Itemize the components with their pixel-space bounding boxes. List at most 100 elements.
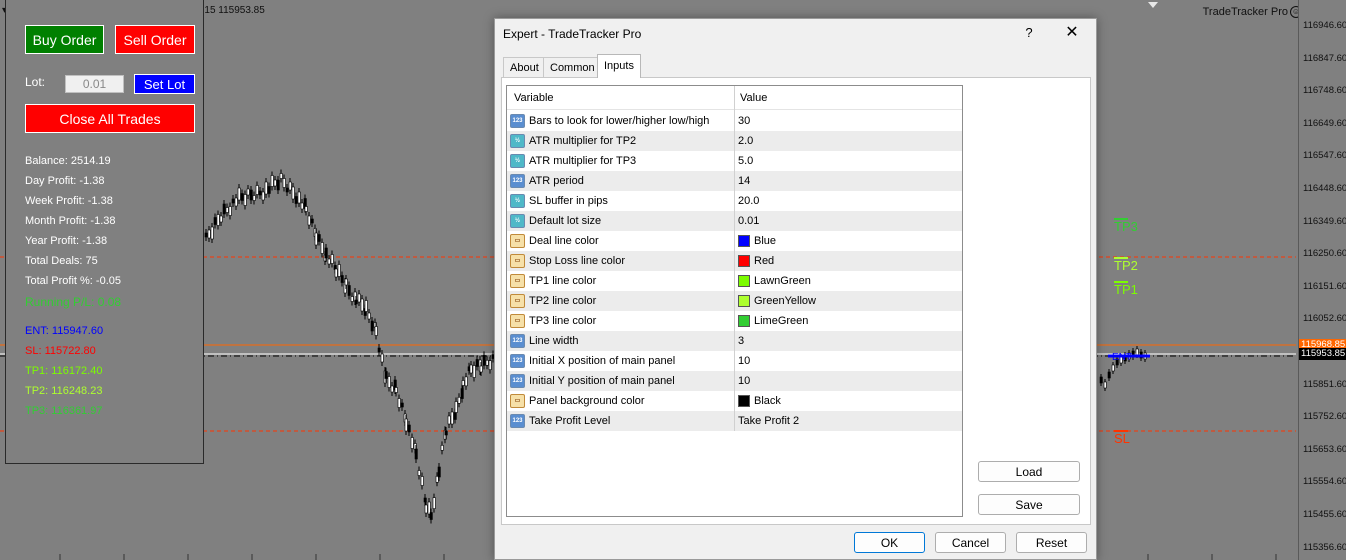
reset-button[interactable]: Reset bbox=[1016, 532, 1087, 553]
candle-body bbox=[225, 207, 229, 213]
candle-body bbox=[324, 247, 328, 259]
candle-body bbox=[344, 278, 348, 286]
candle-body bbox=[258, 190, 262, 196]
variable-value[interactable]: 30 bbox=[738, 111, 750, 131]
candle-body bbox=[237, 187, 241, 201]
variable-value[interactable]: 10 bbox=[738, 351, 750, 371]
stat-line: Total Deals: 75 bbox=[25, 255, 98, 267]
variable-name: Deal line color bbox=[529, 235, 599, 247]
candle-body bbox=[469, 364, 473, 374]
variable-name: Take Profit Level bbox=[529, 415, 611, 427]
integer-type-icon: 123 bbox=[510, 354, 525, 368]
color-swatch[interactable] bbox=[738, 315, 750, 327]
candle-body bbox=[255, 185, 259, 195]
candle-body bbox=[270, 175, 274, 187]
price-tick-label: 116946.60 bbox=[1303, 20, 1346, 31]
candle-body bbox=[1135, 348, 1139, 356]
candle-body bbox=[475, 359, 479, 367]
candle-body bbox=[330, 254, 334, 264]
variable-value[interactable]: GreenYellow bbox=[754, 291, 816, 311]
variable-name: TP2 line color bbox=[529, 295, 597, 307]
variable-value[interactable]: 5.0 bbox=[738, 151, 753, 171]
load-button[interactable]: Load bbox=[978, 461, 1080, 482]
ok-button[interactable]: OK bbox=[854, 532, 925, 553]
double-type-icon: ½ bbox=[510, 214, 525, 228]
integer-type-icon: 123 bbox=[510, 374, 525, 388]
candle-body bbox=[424, 504, 428, 514]
stat-line: Month Profit: -1.38 bbox=[25, 215, 116, 227]
candle-body bbox=[261, 191, 265, 201]
color-swatch[interactable] bbox=[738, 275, 750, 287]
candle-body bbox=[360, 298, 364, 312]
variable-value[interactable]: 10 bbox=[738, 371, 750, 391]
level-line: TP2: 116248.23 bbox=[25, 385, 103, 397]
candle-body bbox=[464, 376, 468, 387]
color-swatch[interactable] bbox=[738, 295, 750, 307]
column-divider[interactable] bbox=[734, 86, 735, 431]
price-tick-label: 116151.60 bbox=[1303, 280, 1346, 292]
help-icon[interactable]: ? bbox=[1019, 23, 1039, 43]
candle-body bbox=[240, 193, 244, 201]
color-swatch[interactable] bbox=[738, 255, 750, 267]
stat-line: Total Profit %: -0.05 bbox=[25, 275, 121, 287]
variable-value[interactable]: 2.0 bbox=[738, 131, 753, 151]
variable-value[interactable]: LimeGreen bbox=[754, 311, 808, 331]
candle-body bbox=[377, 347, 381, 353]
variable-value[interactable]: Take Profit 2 bbox=[738, 411, 799, 431]
cancel-button[interactable]: Cancel bbox=[935, 532, 1006, 553]
variable-value[interactable]: LawnGreen bbox=[754, 271, 811, 291]
color-type-icon: ▭ bbox=[510, 234, 525, 248]
chart-shift-marker[interactable] bbox=[1148, 2, 1158, 8]
set-lot-button[interactable]: Set Lot bbox=[134, 74, 195, 94]
variable-value[interactable]: 0.01 bbox=[738, 211, 759, 231]
candle-body bbox=[267, 186, 271, 194]
column-header-value[interactable]: Value bbox=[733, 86, 767, 110]
variable-value[interactable]: Black bbox=[754, 391, 781, 411]
expert-dialog: Expert - TradeTracker Pro ? ✕ About Comm… bbox=[494, 18, 1097, 560]
price-tick-label: 116649.60 bbox=[1303, 117, 1346, 129]
price-tick-label: 116052.60 bbox=[1303, 313, 1346, 325]
variable-name: Bars to look for lower/higher low/high bbox=[529, 115, 710, 127]
color-type-icon: ▭ bbox=[510, 394, 525, 408]
candle-body bbox=[404, 418, 408, 432]
color-swatch[interactable] bbox=[738, 395, 750, 407]
candle-body bbox=[357, 293, 361, 303]
candle-body bbox=[1107, 371, 1111, 379]
variable-value[interactable]: Red bbox=[754, 251, 774, 271]
color-type-icon: ▭ bbox=[510, 274, 525, 288]
candle-body bbox=[327, 258, 331, 265]
candle-body bbox=[246, 188, 250, 196]
variable-value[interactable]: 20.0 bbox=[738, 191, 759, 211]
tab-inputs[interactable]: Inputs bbox=[597, 54, 641, 78]
candle-body bbox=[310, 218, 314, 224]
tab-common[interactable]: Common bbox=[543, 57, 602, 77]
variable-value[interactable]: Blue bbox=[754, 231, 776, 251]
candle-body bbox=[252, 195, 256, 201]
candle-body bbox=[482, 355, 486, 366]
stat-line: Year Profit: -1.38 bbox=[25, 235, 108, 247]
dialog-title: Expert - TradeTracker Pro bbox=[503, 27, 642, 41]
variable-name: SL buffer in pips bbox=[529, 195, 608, 207]
candle-body bbox=[234, 197, 238, 207]
column-header-variable[interactable]: Variable bbox=[507, 86, 554, 110]
color-type-icon: ▭ bbox=[510, 294, 525, 308]
save-button[interactable]: Save bbox=[978, 494, 1080, 515]
candle-body bbox=[450, 411, 454, 425]
close-icon[interactable]: ✕ bbox=[1061, 23, 1083, 43]
lot-input[interactable] bbox=[65, 75, 124, 93]
candle-body bbox=[285, 187, 289, 193]
candle-body bbox=[461, 380, 465, 386]
variable-name: ATR period bbox=[529, 175, 584, 187]
price-axis[interactable]: 116946.60 116847.60 116748.60 116649.60 1165… bbox=[1298, 0, 1346, 560]
buy-order-button[interactable]: Buy Order bbox=[25, 25, 104, 54]
sell-order-button[interactable]: Sell Order bbox=[115, 25, 195, 54]
candle-body bbox=[410, 437, 414, 449]
candle-body bbox=[213, 217, 217, 225]
variable-value[interactable]: 3 bbox=[738, 331, 744, 351]
close-all-trades-button[interactable]: Close All Trades bbox=[25, 104, 195, 133]
candle-body bbox=[390, 385, 394, 393]
variable-value[interactable]: 14 bbox=[738, 171, 750, 191]
color-swatch[interactable] bbox=[738, 235, 750, 247]
tab-about[interactable]: About bbox=[503, 57, 546, 77]
candle-body bbox=[294, 196, 298, 204]
